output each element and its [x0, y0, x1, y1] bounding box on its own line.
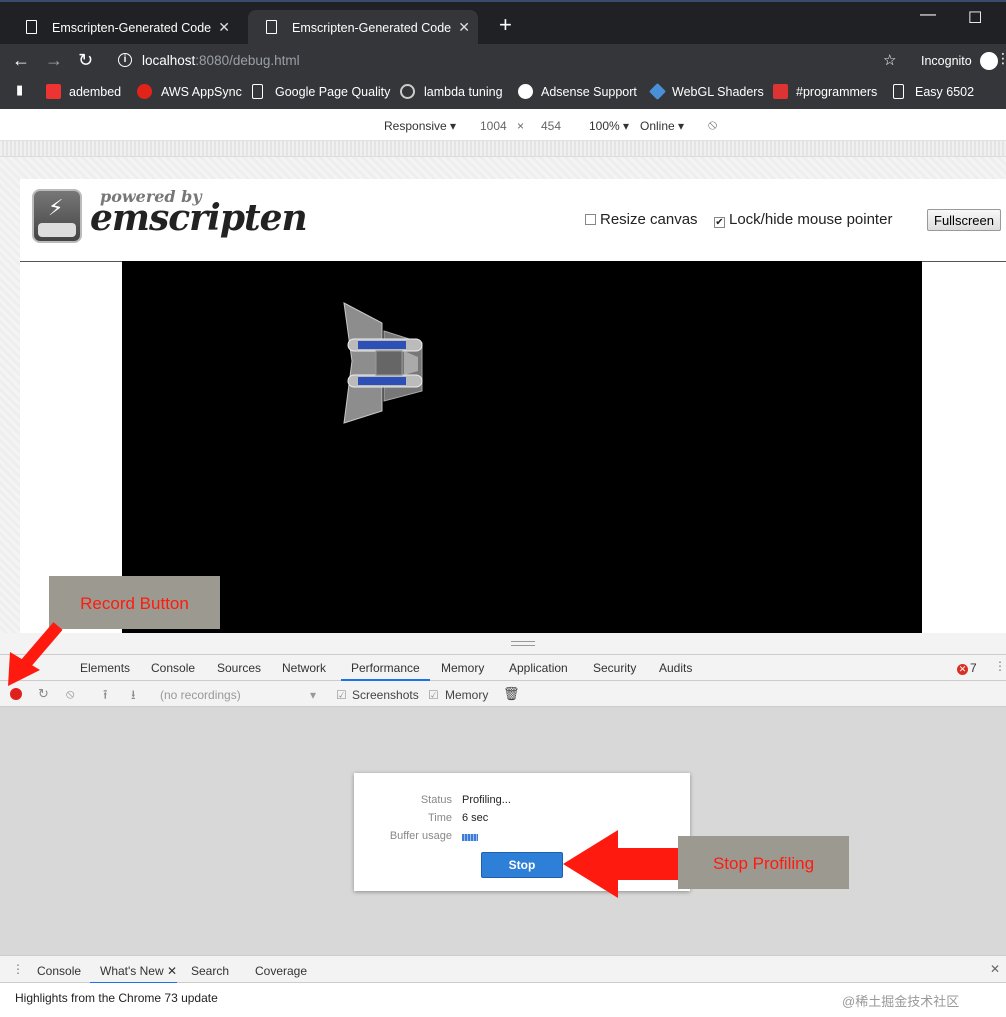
- annotation-arrows: [8, 622, 678, 898]
- network-throttle-select[interactable]: Online ▾: [640, 119, 684, 133]
- tab-title: Emscripten-Generated Code: [52, 21, 212, 35]
- tab-title: Emscripten-Generated Code: [292, 21, 452, 35]
- apps-icon[interactable]: ▮: [16, 82, 26, 97]
- highlights-text: Highlights from the Chrome 73 update: [15, 991, 218, 1005]
- fullscreen-button[interactable]: Fullscreen: [927, 209, 1001, 231]
- page-icon: [893, 84, 904, 99]
- device-mode-select[interactable]: Responsive ▾: [384, 119, 456, 133]
- bookmark-google-page-quality[interactable]: Google Page Quality: [275, 85, 390, 99]
- bookmark-webgl-shaders[interactable]: WebGL Shaders: [672, 85, 764, 99]
- watermark-text: @稀土掘金技术社区: [842, 994, 960, 1009]
- page-icon: [266, 20, 277, 34]
- emscripten-page: ⚡ powered by emscripten Resize canvas ✔ L…: [20, 179, 1006, 633]
- aws-icon: [137, 84, 152, 99]
- site-info-icon[interactable]: i: [118, 53, 132, 67]
- drawer-tab-console[interactable]: Console: [37, 964, 81, 978]
- record-arrow-icon: [8, 622, 63, 686]
- github-icon: [400, 84, 415, 99]
- page-icon: [26, 20, 37, 34]
- device-toolbar: Responsive ▾ 1004 × 454 100% ▾ Online ▾ …: [0, 109, 1006, 141]
- close-tab-icon[interactable]: ✕: [458, 19, 470, 36]
- browser-tab-1[interactable]: Emscripten-Generated Code ✕: [8, 10, 238, 46]
- resize-canvas-option[interactable]: Resize canvas: [585, 211, 698, 228]
- new-tab-icon[interactable]: +: [499, 14, 512, 36]
- lock-pointer-label: Lock/hide mouse pointer: [729, 211, 893, 228]
- page-icon: [252, 84, 263, 99]
- drawer-tab-search[interactable]: Search: [191, 964, 229, 978]
- url-path: :8080/debug.html: [195, 53, 300, 68]
- whats-new-content: Highlights from the Chrome 73 update @稀土…: [0, 983, 1006, 1017]
- emscripten-logo-icon: ⚡: [32, 189, 82, 243]
- drawer-tab-whats-new[interactable]: What's New ✕: [90, 964, 178, 984]
- bookmark-aws-appsync[interactable]: AWS AppSync: [161, 85, 242, 99]
- minimize-icon[interactable]: —: [920, 6, 936, 24]
- back-icon[interactable]: ←: [12, 51, 30, 69]
- viewport-width-input[interactable]: 1004: [480, 119, 507, 133]
- lock-pointer-option[interactable]: ✔ Lock/hide mouse pointer: [714, 211, 892, 228]
- calendar-icon: [773, 84, 788, 99]
- incognito-label: Incognito: [921, 54, 972, 68]
- bookmark-star-icon[interactable]: ☆: [883, 51, 896, 69]
- adembed-icon: [46, 84, 61, 99]
- stop-arrow-icon: [563, 830, 678, 898]
- resize-canvas-checkbox[interactable]: [585, 214, 596, 225]
- browser-title-bar: Emscripten-Generated Code ✕ Emscripten-G…: [0, 0, 1006, 46]
- browser-tab-2[interactable]: Emscripten-Generated Code ✕: [248, 10, 478, 46]
- zoom-select[interactable]: 100% ▾: [589, 119, 629, 133]
- game-canvas[interactable]: [122, 261, 922, 633]
- bookmarks-bar: ▮ adembed AWS AppSync Google Page Qualit…: [0, 77, 1006, 109]
- lightning-icon: ⚡: [48, 195, 64, 220]
- page-viewport: ⚡ powered by emscripten Resize canvas ✔ L…: [0, 157, 1006, 633]
- more-menu-icon[interactable]: ⋮: [996, 50, 1006, 67]
- browser-toolbar: ← → ↻ i localhost:8080/debug.html ☆ Inco…: [0, 44, 1006, 77]
- url-host: localhost: [142, 53, 196, 68]
- rotate-icon[interactable]: ⦸: [708, 116, 717, 133]
- spaceship-sprite: [343, 302, 423, 424]
- drawer-menu-icon[interactable]: ⋮: [12, 962, 24, 976]
- drawer-tab-coverage[interactable]: Coverage: [255, 964, 307, 978]
- bookmark-adsense-support[interactable]: Adsense Support: [541, 85, 637, 99]
- forward-icon[interactable]: →: [45, 51, 63, 69]
- close-drawer-tab-icon[interactable]: ✕: [167, 964, 177, 978]
- bookmark-adembed[interactable]: adembed: [69, 85, 121, 99]
- resize-canvas-label: Resize canvas: [600, 211, 698, 228]
- webgl-cube-icon: [649, 83, 666, 100]
- close-tab-icon[interactable]: ✕: [218, 19, 230, 36]
- times-sign: ×: [517, 119, 525, 133]
- lock-pointer-checkbox[interactable]: ✔: [714, 217, 725, 228]
- viewport-height-input[interactable]: 454: [541, 119, 561, 133]
- media-query-ruler: [0, 141, 1006, 157]
- devtools-drawer-tabs: ⋮ Console What's New ✕ Search Coverage ✕: [0, 955, 1006, 984]
- emscripten-wordmark: emscripten: [90, 197, 308, 239]
- close-drawer-icon[interactable]: ✕: [990, 962, 1000, 976]
- google-icon: [518, 84, 533, 99]
- bookmark-easy-6502[interactable]: Easy 6502: [915, 85, 974, 99]
- maximize-icon[interactable]: ☐: [968, 8, 982, 28]
- address-bar[interactable]: localhost:8080/debug.html: [142, 53, 300, 68]
- bookmark-lambda-tuning[interactable]: lambda tuning: [424, 85, 503, 99]
- reload-icon[interactable]: ↻: [78, 51, 93, 69]
- bookmark-programmers[interactable]: #programmers: [796, 85, 877, 99]
